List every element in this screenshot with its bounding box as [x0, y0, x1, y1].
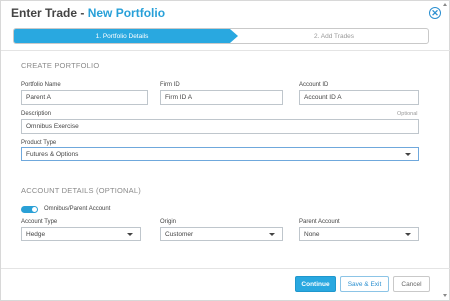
firm-id-input[interactable]: Firm ID A: [160, 90, 283, 105]
description-label: Description: [21, 111, 52, 117]
parent-account-value: None: [304, 230, 320, 238]
close-icon: ✕: [431, 7, 439, 18]
modal-title-prefix: Enter Trade -: [11, 6, 88, 20]
chevron-down-icon: [405, 233, 411, 236]
product-type-label: Product Type: [21, 140, 57, 146]
firm-id-label: Firm ID: [160, 82, 180, 88]
step-arrow-icon: [230, 29, 238, 43]
save-exit-button[interactable]: Save & Exit: [340, 276, 389, 292]
modal-title-accent: New Portfolio: [87, 6, 166, 20]
scroll-down-icon[interactable]: [443, 294, 447, 297]
account-type-value: Hedge: [26, 230, 46, 238]
chevron-down-icon: [405, 153, 411, 156]
omnibus-toggle-label: Omnibus/Parent Account: [44, 206, 111, 212]
step-portfolio-details[interactable]: 1. Portfolio Details: [14, 29, 230, 43]
portfolio-name-input[interactable]: Parent A: [21, 90, 148, 105]
omnibus-toggle[interactable]: [21, 206, 38, 213]
continue-button[interactable]: Continue: [295, 276, 336, 292]
chevron-down-icon: [127, 233, 133, 236]
description-optional-hint: Optional: [397, 111, 418, 117]
header-divider: [1, 50, 450, 51]
create-portfolio-heading: CREATE PORTFOLIO: [21, 61, 100, 70]
cancel-button[interactable]: Cancel: [393, 276, 430, 292]
parent-account-label: Parent Account: [299, 219, 340, 225]
step-add-trades[interactable]: 2. Add Trades: [240, 29, 428, 43]
product-type-select[interactable]: Futures & Options: [21, 147, 419, 161]
account-type-select[interactable]: Hedge: [21, 227, 141, 241]
enter-trade-modal: Enter Trade - New Portfolio ✕ 1. Portfol…: [0, 0, 450, 301]
account-id-label: Account ID: [299, 82, 329, 88]
close-button[interactable]: ✕: [429, 7, 441, 19]
scroll-up-icon[interactable]: [443, 3, 447, 6]
origin-value: Customer: [165, 230, 194, 238]
origin-select[interactable]: Customer: [160, 227, 283, 241]
chevron-down-icon: [269, 233, 275, 236]
wizard-stepper: 1. Portfolio Details 2. Add Trades: [13, 28, 429, 44]
account-details-heading: ACCOUNT DETAILS (OPTIONAL): [21, 186, 141, 195]
modal-title: Enter Trade - New Portfolio: [11, 6, 165, 24]
parent-account-select[interactable]: None: [299, 227, 419, 241]
portfolio-name-label: Portfolio Name: [21, 82, 61, 88]
origin-label: Origin: [160, 219, 177, 225]
description-input[interactable]: Omnibus Exercise: [21, 119, 419, 134]
account-type-label: Account Type: [21, 219, 58, 225]
footer-divider: [1, 268, 450, 269]
toggle-knob: [32, 207, 37, 212]
account-id-input[interactable]: Account ID A: [299, 90, 419, 105]
product-type-value: Futures & Options: [26, 150, 79, 158]
